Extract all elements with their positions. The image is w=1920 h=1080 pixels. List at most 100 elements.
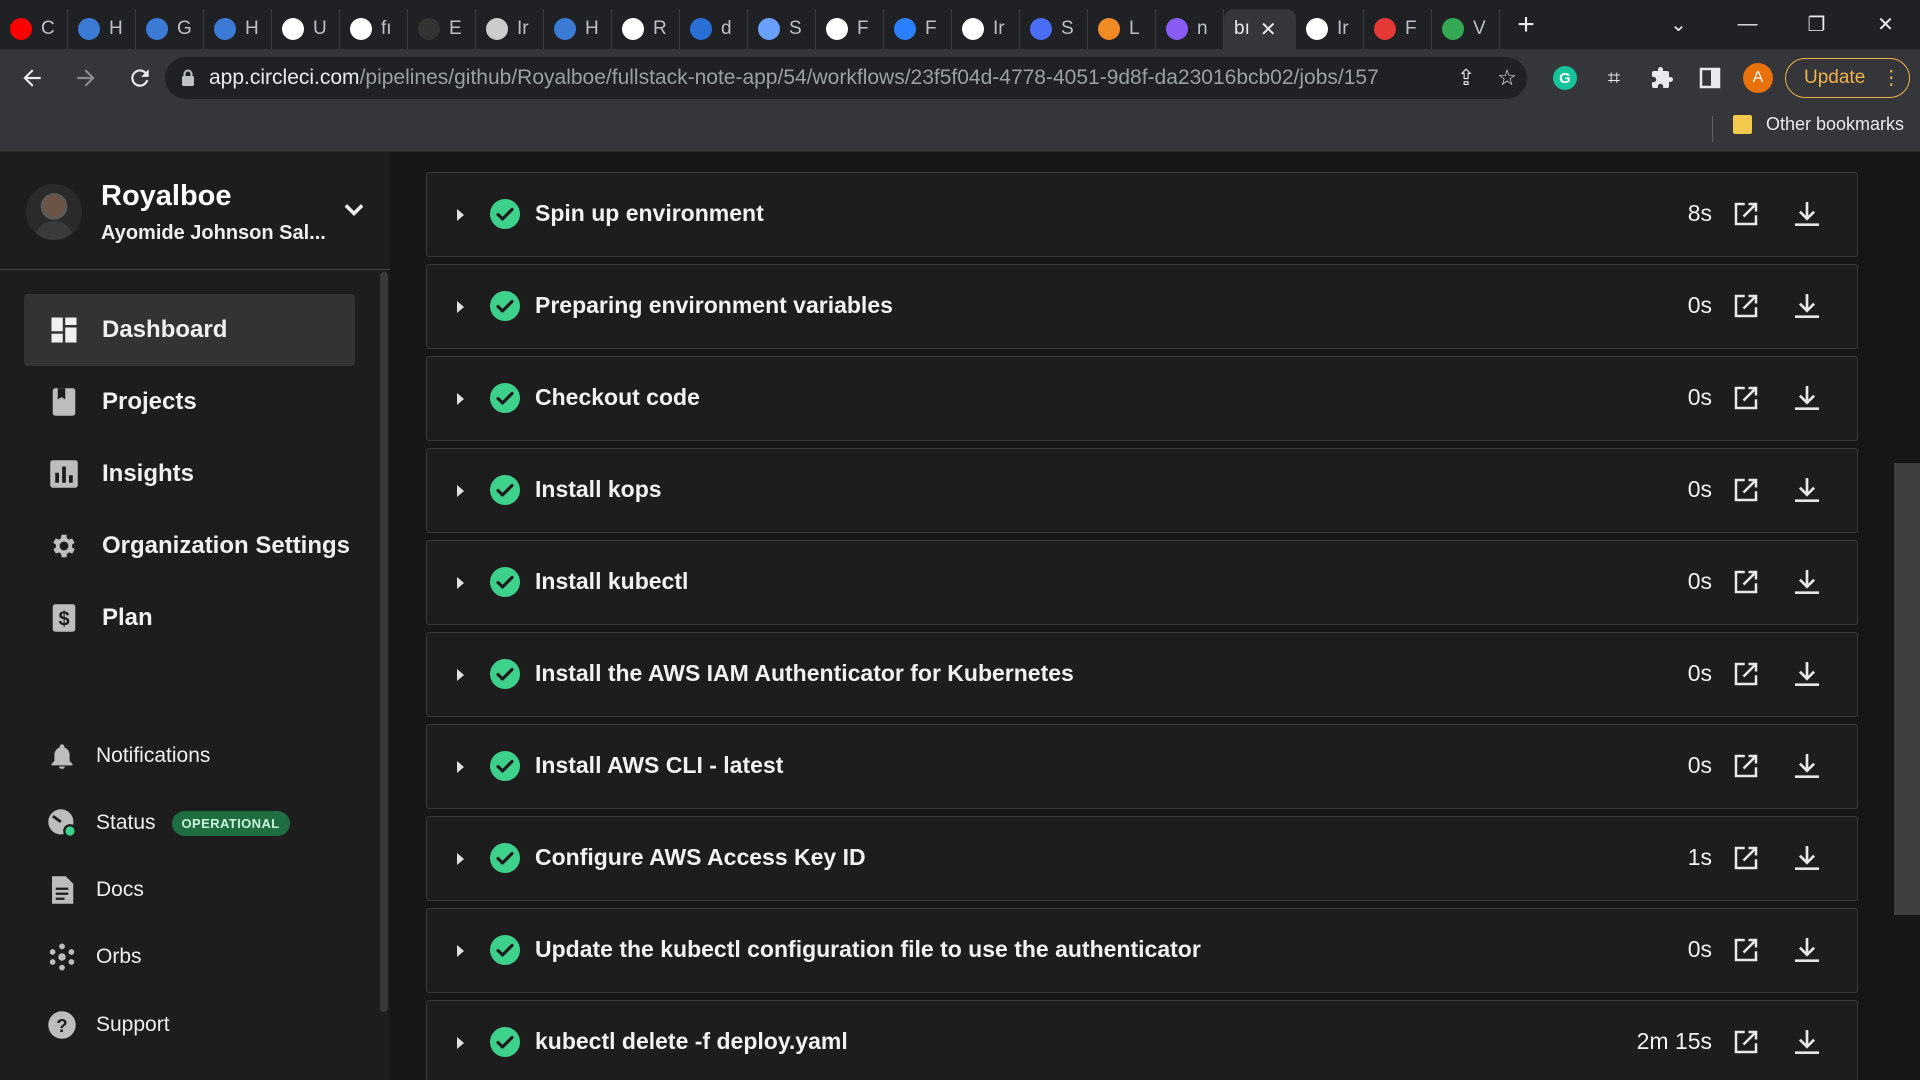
expand-caret-icon[interactable] <box>457 393 464 405</box>
close-window-button[interactable]: ✕ <box>1851 0 1920 49</box>
extensions-puzzle-icon[interactable] <box>1642 57 1682 99</box>
browser-tab[interactable]: E <box>408 9 476 49</box>
new-tab-button[interactable]: + <box>1506 5 1546 45</box>
tab-favicon-icon <box>146 18 168 40</box>
step-row[interactable]: Update the kubectl configuration file to… <box>426 908 1858 993</box>
reload-button[interactable] <box>118 56 162 100</box>
open-external-icon[interactable] <box>1731 659 1761 689</box>
download-icon[interactable] <box>1791 1026 1823 1058</box>
browser-tab[interactable]: H <box>68 9 136 49</box>
step-row[interactable]: Install AWS CLI - latest 0s <box>426 724 1858 809</box>
step-name: Update the kubectl configuration file to… <box>535 936 1201 962</box>
browser-tab[interactable]: Ir <box>476 9 544 49</box>
grammarly-extension-icon[interactable]: G <box>1545 57 1585 99</box>
download-icon[interactable] <box>1791 750 1823 782</box>
expand-caret-icon[interactable] <box>457 577 464 589</box>
step-row[interactable]: Checkout code 0s <box>426 356 1858 441</box>
browser-tab[interactable]: fı <box>340 9 408 49</box>
step-row[interactable]: Configure AWS Access Key ID 1s <box>426 816 1858 901</box>
tab-search-icon[interactable]: ⌄ <box>1644 0 1713 49</box>
expand-caret-icon[interactable] <box>457 209 464 221</box>
expand-caret-icon[interactable] <box>457 853 464 865</box>
sidebar-link-notifications[interactable]: Notifications <box>46 734 210 778</box>
step-row[interactable]: Preparing environment variables 0s <box>426 264 1858 349</box>
step-row[interactable]: Install kubectl 0s <box>426 540 1858 625</box>
address-bar[interactable]: app.circleci.com/pipelines/github/Royalb… <box>165 57 1527 99</box>
download-icon[interactable] <box>1791 934 1823 966</box>
browser-tab[interactable]: L <box>1088 9 1156 49</box>
job-steps-panel: Spin up environment 8s Preparing environme… <box>390 152 1920 1080</box>
forward-button[interactable] <box>64 56 108 100</box>
sidebar-link-support[interactable]: ? Support <box>46 1003 170 1047</box>
download-icon[interactable] <box>1791 566 1823 598</box>
browser-tab[interactable]: F <box>816 9 884 49</box>
download-icon[interactable] <box>1791 382 1823 414</box>
profile-avatar[interactable]: A <box>1738 57 1778 99</box>
step-row[interactable]: Spin up environment 8s <box>426 172 1858 257</box>
browser-tab[interactable]: S <box>748 9 816 49</box>
open-external-icon[interactable] <box>1731 199 1761 229</box>
expand-caret-icon[interactable] <box>457 669 464 681</box>
account-switcher[interactable]: Royalboe Ayomide Johnson Sal... <box>0 152 390 270</box>
open-external-icon[interactable] <box>1731 383 1761 413</box>
update-button[interactable]: Update ⋮ <box>1785 58 1910 98</box>
sidebar-item-insights[interactable]: Insights <box>24 438 355 510</box>
browser-tab[interactable]: Ir <box>952 9 1020 49</box>
browser-tab[interactable]: Ir <box>1296 9 1364 49</box>
open-external-icon[interactable] <box>1731 475 1761 505</box>
sidebar-item-dashboard[interactable]: Dashboard <box>24 294 355 366</box>
sidebar-link-status[interactable]: Status OPERATIONAL <box>46 801 290 845</box>
open-external-icon[interactable] <box>1731 751 1761 781</box>
restore-button[interactable]: ❐ <box>1782 0 1851 49</box>
open-external-icon[interactable] <box>1731 291 1761 321</box>
other-bookmarks[interactable]: Other bookmarks <box>1732 114 1904 135</box>
open-external-icon[interactable] <box>1731 935 1761 965</box>
sidebar-link-docs[interactable]: Docs <box>46 868 144 912</box>
expand-caret-icon[interactable] <box>457 945 464 957</box>
browser-tab[interactable]: U <box>272 9 340 49</box>
sidebar-item-organization-settings[interactable]: Organization Settings <box>24 510 355 582</box>
browser-tab[interactable]: d <box>680 9 748 49</box>
expand-caret-icon[interactable] <box>457 485 464 497</box>
minimize-button[interactable]: — <box>1713 0 1782 49</box>
browser-tab[interactable]: F <box>1364 9 1432 49</box>
step-duration: 2m 15s <box>1636 1028 1712 1054</box>
translate-extension-icon[interactable]: ⌗ <box>1594 57 1634 99</box>
expand-caret-icon[interactable] <box>457 301 464 313</box>
download-icon[interactable] <box>1791 842 1823 874</box>
browser-tab[interactable]: H <box>544 9 612 49</box>
open-external-icon[interactable] <box>1731 567 1761 597</box>
sidebar-scrollbar[interactable] <box>380 272 388 1012</box>
download-icon[interactable] <box>1791 290 1823 322</box>
browser-tab[interactable]: F <box>884 9 952 49</box>
open-external-icon[interactable] <box>1731 843 1761 873</box>
browser-tab-active[interactable]: bı ✕ <box>1224 9 1296 49</box>
sidebar-item-plan[interactable]: $ Plan <box>24 582 355 654</box>
browser-tab[interactable]: V <box>1432 9 1500 49</box>
expand-caret-icon[interactable] <box>457 761 464 773</box>
back-button[interactable] <box>10 56 54 100</box>
sidebar-link-orbs[interactable]: Orbs <box>46 935 142 979</box>
browser-tab[interactable]: n <box>1156 9 1224 49</box>
close-tab-icon[interactable]: ✕ <box>1260 17 1277 42</box>
browser-tab[interactable]: R <box>612 9 680 49</box>
browser-tab[interactable]: C <box>0 9 68 49</box>
side-panel-icon[interactable] <box>1690 57 1730 99</box>
open-external-icon[interactable] <box>1731 1027 1761 1057</box>
bookmark-star-icon[interactable]: ☆ <box>1497 65 1517 91</box>
browser-tab[interactable]: H <box>204 9 272 49</box>
expand-caret-icon[interactable] <box>457 1037 464 1049</box>
share-icon[interactable]: ⇪ <box>1457 65 1475 91</box>
browser-tab[interactable]: G <box>136 9 204 49</box>
docs-icon <box>46 874 78 906</box>
page-scrollbar-thumb[interactable] <box>1894 463 1920 915</box>
browser-tab[interactable]: S <box>1020 9 1088 49</box>
download-icon[interactable] <box>1791 474 1823 506</box>
step-row[interactable]: kubectl delete -f deploy.yaml 2m 15s <box>426 1000 1858 1080</box>
download-icon[interactable] <box>1791 198 1823 230</box>
step-row[interactable]: Install kops 0s <box>426 448 1858 533</box>
chevron-down-icon[interactable] <box>340 196 368 224</box>
step-row[interactable]: Install the AWS IAM Authenticator for Ku… <box>426 632 1858 717</box>
download-icon[interactable] <box>1791 658 1823 690</box>
sidebar-item-projects[interactable]: Projects <box>24 366 355 438</box>
